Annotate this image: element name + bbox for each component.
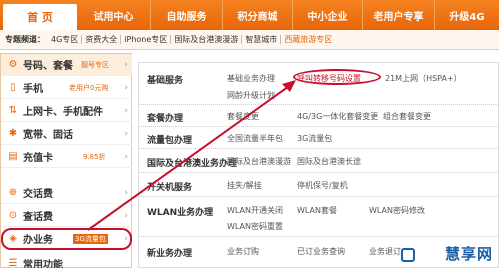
sidebar-item-badge: 靓号专区 — [81, 60, 109, 69]
common-icon: ☰ — [8, 257, 18, 268]
sidebar-item-badge: 老用户0元购 — [69, 83, 109, 92]
nav-home[interactable]: 首 页 — [3, 4, 77, 30]
nav-self-service[interactable]: 自助服务 — [151, 0, 223, 30]
link-report-loss[interactable]: 挂失/解挂 — [227, 180, 262, 191]
channel-link-roaming[interactable]: 国际及台港澳漫游 — [171, 35, 243, 44]
nav-sme[interactable]: 中小企业 — [293, 0, 363, 30]
link-4g3g-plan-change[interactable]: 4G/3G一体化套餐变更 — [297, 111, 378, 122]
sidebar-item-label: 查话费 — [23, 212, 53, 223]
link-21m-internet[interactable]: 21M上网（HSPA+） — [385, 73, 462, 84]
pay-icon: ⊕ — [8, 187, 18, 198]
broadband-icon: ✱ — [8, 128, 18, 139]
sidebar-item-label: 号码、套餐 — [23, 61, 73, 72]
channel-link-tariffs[interactable]: 资费大全 — [82, 35, 122, 44]
channel-subnav: 专题频道： 4G专区 资费大全 iPhone专区 国际及台港澳漫游 智慧城市 西… — [0, 30, 499, 50]
chevron-right-icon: › — [124, 128, 128, 139]
link-national-data-halfyear[interactable]: 全国流量半年包 — [227, 133, 283, 144]
nav-upgrade-4g[interactable]: 升级4G — [435, 0, 499, 30]
nav-trial-center[interactable]: 试用中心 — [77, 0, 151, 30]
sidebar-item-badge: 9.85折 — [83, 152, 106, 161]
watermark-logo-icon — [401, 248, 415, 262]
row-title: 基础服务 — [147, 76, 184, 86]
sidebar-item-label: 常用功能 — [23, 259, 63, 268]
row-plan: 套餐办理 套餐变更 4G/3G一体化套餐变更 组合套餐变更 — [139, 105, 499, 127]
sidebar-item-label: 上网卡、手机配件 — [23, 107, 103, 118]
link-3g-data-pack[interactable]: 3G流量包 — [297, 133, 332, 144]
sidebar-item-broadband[interactable]: ✱ 宽带、固话 › — [1, 123, 132, 145]
settings-icon: ⚙ — [8, 59, 18, 70]
chevron-right-icon: › — [124, 210, 128, 221]
sidebar-item-label: 办业务 — [23, 235, 53, 246]
link-intl-roaming[interactable]: 国际及台港澳漫游 — [227, 156, 291, 167]
service-sidebar: ⚙ 号码、套餐 靓号专区 › ▯ 手机 老用户0元购 › ⇅ 上网卡、手机配件 … — [0, 53, 132, 268]
top-nav: 首 页 试用中心 自助服务 积分商城 中小企业 老用户专享 升级4G — [0, 0, 499, 30]
channel-link-4g[interactable]: 4G专区 — [48, 35, 83, 44]
row-data-pack: 流量包办理 全国流量半年包 3G流量包 — [139, 127, 499, 149]
watermark: 慧享网 — [444, 245, 493, 263]
link-intl-long-distance[interactable]: 国际及台港澳长途 — [297, 156, 361, 167]
chevron-right-icon: › — [124, 105, 128, 116]
row-international: 国际及台港澳业务办理 国际及台港澳漫游 国际及台港澳长途 — [139, 149, 499, 173]
link-wlan-password-change[interactable]: WLAN密码修改 — [369, 205, 425, 216]
chevron-right-icon: › — [124, 59, 128, 70]
chevron-right-icon: › — [124, 233, 128, 244]
sidebar-item-common[interactable]: ☰ 常用功能 — [1, 252, 132, 268]
nav-points-mall[interactable]: 积分商城 — [223, 0, 293, 30]
link-wlan-toggle[interactable]: WLAN开通关闭 — [227, 205, 283, 216]
row-title: WLAN业务办理 — [147, 208, 214, 218]
row-title: 流量包办理 — [147, 136, 193, 146]
link-suspend-resume[interactable]: 停机保号/复机 — [297, 180, 348, 191]
highlight-ellipse — [293, 69, 381, 85]
card-icon: ▤ — [8, 151, 18, 162]
sidebar-item-phone[interactable]: ▯ 手机 老用户0元购 › — [1, 77, 132, 99]
sidebar-item-label: 充值卡 — [23, 153, 53, 164]
business-panel: 基础服务 基础业务办理 呼叫转移号码设置 21M上网（HSPA+） 网龄升级计划… — [138, 62, 499, 268]
channel-title: 专题频道： — [5, 35, 45, 44]
row-title: 套餐办理 — [147, 114, 184, 124]
link-business-order[interactable]: 业务订购 — [227, 246, 259, 257]
chevron-right-icon: › — [124, 151, 128, 162]
sidebar-item-label: 手机 — [23, 84, 43, 95]
link-basic-business[interactable]: 基础业务办理 — [227, 73, 275, 84]
network-icon: ⇅ — [8, 105, 18, 116]
link-wlan-password-reset[interactable]: WLAN密码重置 — [227, 221, 283, 232]
link-combo-plan-change[interactable]: 组合套餐变更 — [383, 111, 431, 122]
chevron-right-icon: › — [124, 82, 128, 93]
link-network-age-upgrade[interactable]: 网龄升级计划 — [227, 90, 275, 101]
link-unsubscribe[interactable]: 业务退订 — [369, 246, 401, 257]
sidebar-item-business[interactable]: ◈ 办业务 3G流量包 › — [1, 228, 132, 250]
row-title: 国际及台港澳业务办理 — [147, 159, 238, 169]
sidebar-item-datacard[interactable]: ⇅ 上网卡、手机配件 › — [1, 100, 132, 122]
sidebar-item-number-plan[interactable]: ⚙ 号码、套餐 靓号专区 › — [1, 54, 132, 76]
channel-link-tibet[interactable]: 西藏旅游专区 — [281, 35, 335, 44]
row-wlan: WLAN业务办理 WLAN开通关闭 WLAN套餐 WLAN密码修改 WLAN密码… — [139, 197, 499, 237]
sidebar-item-label: 宽带、固话 — [23, 130, 73, 141]
nav-old-user[interactable]: 老用户专享 — [363, 0, 435, 30]
channel-link-smart-city[interactable]: 智慧城市 — [242, 35, 282, 44]
channel-link-iphone[interactable]: iPhone专区 — [121, 35, 172, 44]
row-title: 新业务办理 — [147, 249, 193, 259]
link-wlan-plan[interactable]: WLAN套餐 — [297, 205, 337, 216]
sidebar-item-label: 交话费 — [23, 189, 53, 200]
sidebar-item-query-bill[interactable]: ⊙ 查话费 › — [1, 205, 132, 227]
link-plan-change[interactable]: 套餐变更 — [227, 111, 259, 122]
row-power-service: 开关机服务 挂失/解挂 停机保号/复机 — [139, 173, 499, 197]
sidebar-item-pay-bill[interactable]: ⊕ 交话费 › — [1, 182, 132, 204]
link-subscribed-query[interactable]: 已订业务查询 — [297, 246, 345, 257]
row-title: 开关机服务 — [147, 183, 193, 193]
business-icon: ◈ — [9, 233, 17, 244]
sidebar-item-badge: 3G流量包 — [73, 233, 108, 244]
query-icon: ⊙ — [8, 210, 18, 221]
sidebar-item-topup-card[interactable]: ▤ 充值卡 9.85折 › — [1, 146, 132, 168]
phone-icon: ▯ — [10, 82, 16, 93]
chevron-right-icon: › — [124, 187, 128, 198]
